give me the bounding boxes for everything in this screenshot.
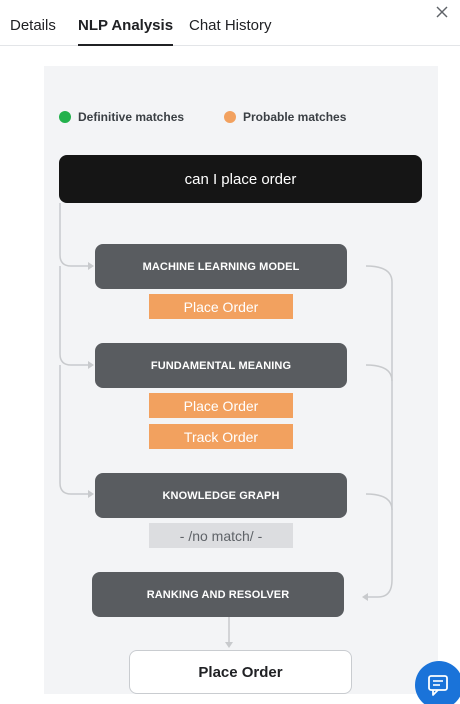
ranking-resolver-node: RANKING AND RESOLVER: [92, 572, 344, 617]
ml-match-place-order: Place Order: [149, 294, 293, 319]
ml-model-node: MACHINE LEARNING MODEL: [95, 244, 347, 289]
chat-button[interactable]: [415, 661, 460, 704]
knowledge-graph-node: KNOWLEDGE GRAPH: [95, 473, 347, 518]
fundamental-meaning-node: FUNDAMENTAL MEANING: [95, 343, 347, 388]
kg-no-match: - /no match/ -: [149, 523, 293, 548]
final-intent-result: Place Order: [129, 650, 352, 694]
fm-match-place-order: Place Order: [149, 393, 293, 418]
chat-icon: [428, 675, 448, 696]
query-box: can I place order: [59, 155, 422, 203]
fm-match-track-order: Track Order: [149, 424, 293, 449]
